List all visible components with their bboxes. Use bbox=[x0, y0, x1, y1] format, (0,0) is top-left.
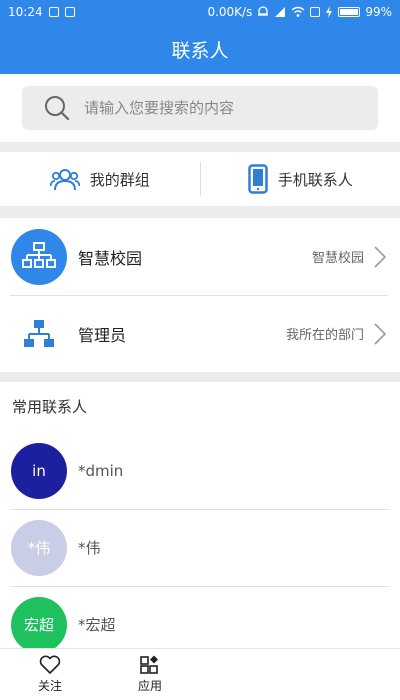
status-bar: 10:24 0.00K/s 99% bbox=[0, 0, 400, 24]
search-box[interactable] bbox=[22, 86, 378, 130]
section-title: 常用联系人 bbox=[12, 398, 88, 416]
phone-icon bbox=[247, 164, 268, 194]
search-area bbox=[0, 74, 400, 142]
charging-icon bbox=[326, 6, 333, 18]
network-speed: 0.00K/s bbox=[207, 5, 253, 19]
avatar: in bbox=[11, 442, 67, 499]
org-item-smart-campus[interactable]: 智慧校园 智慧校园 bbox=[0, 218, 400, 295]
search-icon bbox=[45, 96, 70, 121]
search-input[interactable] bbox=[84, 99, 344, 117]
org-item-subtitle: 我所在的部门 bbox=[285, 328, 364, 343]
org-item-subtitle: 智慧校园 bbox=[311, 251, 364, 266]
department-icon bbox=[11, 306, 67, 362]
apps-icon bbox=[140, 655, 158, 674]
alarm-icon bbox=[258, 6, 269, 16]
org-item-title: 管理员 bbox=[78, 325, 127, 345]
nav-item-label: 应用 bbox=[137, 679, 162, 693]
tab-phone-contacts[interactable]: 手机联系人 bbox=[201, 152, 400, 206]
heart-icon bbox=[39, 655, 61, 674]
avatar-text: in bbox=[32, 461, 46, 480]
tab-my-groups-label: 我的群组 bbox=[89, 170, 150, 189]
org-item-admin[interactable]: 管理员 我所在的部门 bbox=[0, 295, 400, 372]
avatar-text: *伟 bbox=[27, 539, 51, 557]
contact-tabs: 我的群组 手机联系人 bbox=[0, 152, 400, 206]
chevron-right-icon bbox=[374, 322, 386, 345]
nav-item-label: 关注 bbox=[37, 679, 62, 693]
title-bar: 联系人 bbox=[0, 24, 400, 74]
group-icon bbox=[49, 169, 80, 191]
battery-icon bbox=[338, 7, 361, 17]
battery-level: 99% bbox=[365, 5, 392, 19]
frequent-contacts: 常用联系人 in *dmin *伟 *伟 宏超 *宏超 bbox=[0, 382, 400, 648]
contact-item[interactable]: *伟 *伟 bbox=[0, 509, 400, 586]
nav-item-apps[interactable]: 应用 bbox=[100, 649, 200, 700]
status-time: 10:24 bbox=[8, 5, 43, 19]
org-chart-icon bbox=[11, 228, 67, 285]
app-notification-icon bbox=[64, 7, 75, 17]
page-title: 联系人 bbox=[171, 39, 229, 62]
nav-item-follow[interactable]: 关注 bbox=[0, 649, 100, 700]
contact-name: *宏超 bbox=[78, 616, 116, 634]
sim-icon bbox=[310, 7, 321, 17]
contact-item[interactable]: 宏超 *宏超 bbox=[0, 586, 400, 648]
avatar: 宏超 bbox=[11, 596, 67, 648]
org-item-title: 智慧校园 bbox=[78, 248, 143, 268]
wifi-icon bbox=[291, 6, 305, 17]
tab-phone-contacts-label: 手机联系人 bbox=[277, 170, 353, 189]
bottom-nav: 关注 应用 bbox=[0, 648, 400, 700]
contact-name: *伟 bbox=[78, 539, 101, 557]
contact-item[interactable]: in *dmin bbox=[0, 432, 400, 509]
notification-icon bbox=[48, 7, 59, 17]
avatar-text: 宏超 bbox=[23, 616, 54, 634]
signal-icon bbox=[275, 7, 286, 17]
contact-name: *dmin bbox=[78, 461, 124, 480]
avatar: *伟 bbox=[11, 519, 67, 576]
org-list: 智慧校园 智慧校园 管理员 我所在的部门 bbox=[0, 218, 400, 372]
tab-my-groups[interactable]: 我的群组 bbox=[0, 152, 200, 206]
chevron-right-icon bbox=[374, 245, 386, 268]
